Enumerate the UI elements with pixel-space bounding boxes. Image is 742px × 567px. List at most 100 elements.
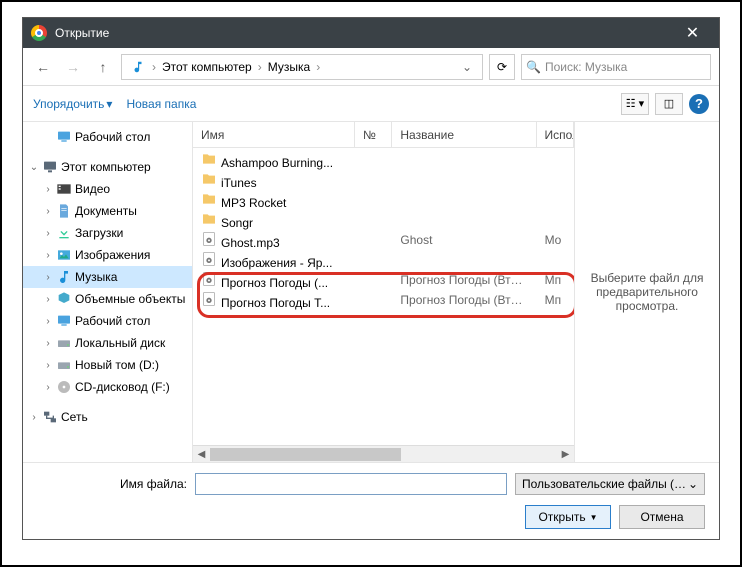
preview-pane-button[interactable]: ◫: [655, 93, 683, 115]
tree-item[interactable]: › Локальный диск: [23, 332, 192, 354]
file-row[interactable]: Изображения - Яр...: [193, 250, 574, 270]
down-icon: [55, 225, 73, 241]
tree-twisty-icon[interactable]: ›: [41, 206, 55, 217]
folder-icon: [201, 211, 217, 227]
tree-item[interactable]: ›Документы: [23, 200, 192, 222]
tree-item[interactable]: › CD-дисковод (F:): [23, 376, 192, 398]
tree-twisty-icon[interactable]: ›: [41, 272, 55, 283]
video-icon: [55, 181, 73, 197]
desktop-icon: [55, 129, 73, 145]
music-icon: [130, 59, 146, 75]
tree-item[interactable]: ›Музыка: [23, 266, 192, 288]
file-row[interactable]: Прогноз Погоды Т...Прогноз Погоды (Второ…: [193, 290, 574, 310]
tree-twisty-icon[interactable]: ›: [27, 412, 41, 423]
nav-back-button[interactable]: ←: [31, 55, 55, 79]
tree-item-label: Объемные объекты: [75, 292, 185, 306]
tree-item[interactable]: ›Сеть: [23, 406, 192, 428]
audio-file-icon: [201, 291, 217, 307]
tree-item[interactable]: › Новый том (D:): [23, 354, 192, 376]
pc-icon: [41, 159, 59, 175]
chrome-icon: [31, 25, 47, 41]
tree-item[interactable]: › Изображения: [23, 244, 192, 266]
tree-item-label: Изображения: [75, 248, 150, 262]
file-row[interactable]: Songr: [193, 210, 574, 230]
file-row[interactable]: Прогноз Погоды (... Прогноз Погоды (Второ…: [193, 270, 574, 290]
column-header[interactable]: Имя: [193, 122, 355, 147]
open-button[interactable]: Открыть ▼: [525, 505, 611, 529]
nav-tree[interactable]: Рабочий стол ⌄ Этот компьютер ›Видео›Докуме…: [23, 122, 193, 462]
disk-icon: [55, 357, 73, 373]
tree-item-label: CD-дисковод (F:): [75, 380, 170, 394]
refresh-button[interactable]: ⟳: [489, 54, 515, 80]
close-button[interactable]: ✕: [670, 18, 715, 48]
cd-icon: [55, 379, 73, 395]
tree-item-label: Рабочий стол: [75, 314, 150, 328]
tree-item[interactable]: › Загрузки: [23, 222, 192, 244]
file-artist: Мп: [537, 293, 574, 307]
filename-label: Имя файла:: [37, 477, 187, 491]
file-name: Прогноз Погоды (...: [221, 276, 328, 290]
img-icon: [55, 247, 73, 263]
filename-input[interactable]: [195, 473, 507, 495]
tree-twisty-icon[interactable]: ›: [41, 360, 55, 371]
new-folder-button[interactable]: Новая папка: [126, 97, 196, 111]
nav-up-button[interactable]: ↑: [91, 55, 115, 79]
tree-twisty-icon[interactable]: ›: [41, 228, 55, 239]
column-header[interactable]: №: [355, 122, 392, 147]
music-icon: [55, 269, 73, 285]
file-name: Songr: [221, 216, 253, 230]
view-button[interactable]: ☷ ▾: [621, 93, 649, 115]
tree-item-label: Новый том (D:): [75, 358, 159, 372]
folder-icon: [201, 171, 217, 187]
preview-pane: Выберите файл для предварительного просм…: [574, 122, 719, 462]
column-header[interactable]: Исполнитель: [537, 122, 574, 147]
file-row[interactable]: MP3 Rocket: [193, 190, 574, 210]
tree-twisty-icon[interactable]: ›: [41, 316, 55, 327]
tree-item[interactable]: ⌄ Этот компьютер: [23, 156, 192, 178]
help-button[interactable]: ?: [689, 94, 709, 114]
column-header[interactable]: Название: [392, 122, 536, 147]
scroll-right-icon[interactable]: ▶: [557, 446, 574, 463]
file-row[interactable]: Ghost.mp3GhostMo: [193, 230, 574, 250]
tree-item[interactable]: Рабочий стол: [23, 126, 192, 148]
tree-item[interactable]: › Объемные объекты: [23, 288, 192, 310]
tree-item[interactable]: › Рабочий стол: [23, 310, 192, 332]
file-name: Ashampoo Burning...: [221, 156, 333, 170]
folder-icon: [201, 191, 217, 207]
docs-icon: [55, 203, 73, 219]
tree-twisty-icon[interactable]: ›: [41, 250, 55, 261]
net-icon: [41, 409, 59, 425]
file-name: MP3 Rocket: [221, 196, 286, 210]
tree-item-label: Локальный диск: [75, 336, 165, 350]
tree-twisty-icon[interactable]: ›: [41, 184, 55, 195]
file-row[interactable]: Ashampoo Burning...: [193, 150, 574, 170]
tree-item-label: Загрузки: [75, 226, 123, 240]
scroll-left-icon[interactable]: ◀: [193, 446, 210, 463]
file-artist: Мп: [537, 273, 574, 287]
disk-icon: [55, 335, 73, 351]
filetype-filter[interactable]: Пользовательские файлы (*.3⌄: [515, 473, 705, 495]
scrollbar-thumb[interactable]: [210, 448, 401, 461]
tree-item-label: Этот компьютер: [61, 160, 151, 174]
tree-item-label: Рабочий стол: [75, 130, 150, 144]
desktop-icon: [55, 313, 73, 329]
search-input[interactable]: 🔍 Поиск: Музыка: [521, 54, 711, 80]
file-title: Прогноз Погоды (Второй): [392, 293, 536, 307]
tree-twisty-icon[interactable]: ›: [41, 382, 55, 393]
window-title: Открытие: [55, 26, 670, 40]
breadcrumb-dropdown[interactable]: ⌄: [456, 60, 478, 74]
tree-twisty-icon[interactable]: ⌄: [27, 162, 41, 173]
tree-twisty-icon[interactable]: ›: [41, 338, 55, 349]
tree-twisty-icon[interactable]: ›: [41, 294, 55, 305]
horizontal-scrollbar[interactable]: ◀ ▶: [193, 445, 574, 462]
crumb-music[interactable]: Музыка: [264, 60, 314, 74]
file-row[interactable]: iTunes: [193, 170, 574, 190]
organize-button[interactable]: Упорядочить▾: [33, 97, 112, 111]
file-title: Прогноз Погоды (Второй): [392, 273, 536, 287]
breadcrumb[interactable]: › Этот компьютер › Музыка › ⌄: [121, 54, 483, 80]
file-artist: Mo: [537, 233, 574, 247]
search-placeholder: Поиск: Музыка: [545, 60, 627, 74]
cancel-button[interactable]: Отмена: [619, 505, 705, 529]
tree-item[interactable]: ›Видео: [23, 178, 192, 200]
crumb-computer[interactable]: Этот компьютер: [158, 60, 256, 74]
